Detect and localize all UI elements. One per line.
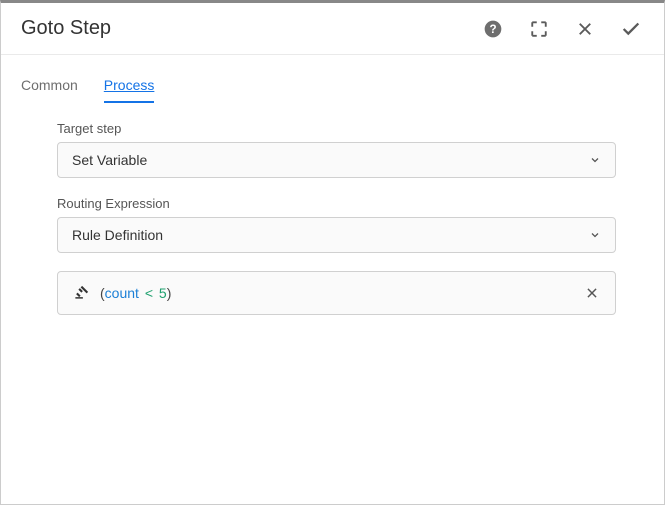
dialog-title: Goto Step [21,17,111,40]
target-step-select[interactable]: Set Variable [57,142,616,178]
svg-text:?: ? [489,23,496,36]
confirm-icon[interactable] [620,18,642,40]
tab-process[interactable]: Process [104,71,155,103]
help-icon[interactable]: ? [482,18,504,40]
tab-bar: Common Process [1,71,664,103]
header-actions: ? [482,18,642,40]
target-step-label: Target step [57,121,616,136]
chevron-down-icon [589,229,601,241]
tab-common[interactable]: Common [21,71,78,103]
rule-rparen: ) [167,285,172,301]
close-icon[interactable] [574,18,596,40]
rule-operator: < [145,285,153,301]
rule-expression: (count < 5) [100,285,583,301]
rule-variable: count [105,285,139,301]
process-panel: Target step Set Variable Routing Express… [1,103,664,315]
fullscreen-icon[interactable] [528,18,550,40]
target-step-value: Set Variable [72,152,589,168]
routing-expression-label: Routing Expression [57,196,616,211]
gavel-icon [72,284,90,302]
rule-value: 5 [159,285,167,301]
remove-rule-icon[interactable] [583,284,601,302]
chevron-down-icon [589,154,601,166]
routing-expression-select[interactable]: Rule Definition [57,217,616,253]
routing-expression-value: Rule Definition [72,227,589,243]
rule-definition-row[interactable]: (count < 5) [57,271,616,315]
